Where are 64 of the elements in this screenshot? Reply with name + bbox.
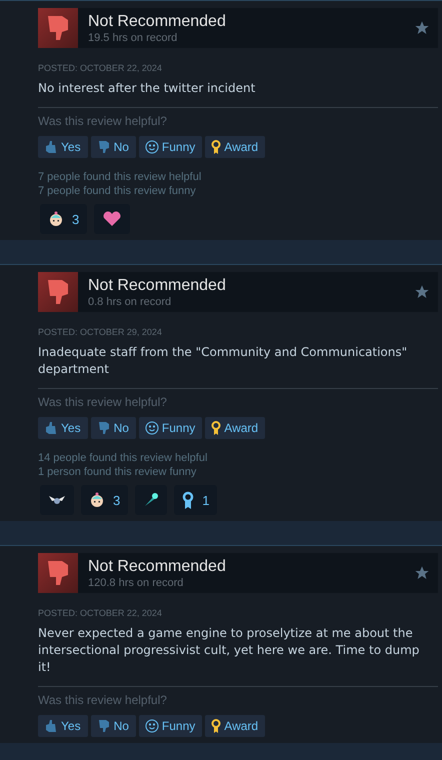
award-icon xyxy=(211,421,222,435)
award-vote-button[interactable]: Award xyxy=(205,136,266,158)
review-stat: 1 person found this review funny xyxy=(38,465,198,479)
yes-vote-button[interactable]: Yes xyxy=(38,715,88,737)
star-icon[interactable] xyxy=(414,284,430,300)
reaction-count: 3 xyxy=(113,492,120,508)
thumbs-down-icon xyxy=(38,272,78,312)
review-verdict: Not Recommended xyxy=(88,12,227,32)
review-text: Never expected a game engine to proselytize at me about the intersectional progressivist cult, yet here we are. Time to dump it! xyxy=(38,625,420,676)
heart-icon xyxy=(102,211,122,227)
review-stat: 7 people found this review helpful xyxy=(38,170,202,184)
reaction-award[interactable] xyxy=(40,485,74,515)
baby-face-icon xyxy=(89,492,105,508)
review-text: Inadequate staff from the "Community and Communications" department xyxy=(38,344,408,378)
review-stat: 7 people found this review funny xyxy=(38,184,197,198)
reaction-award[interactable] xyxy=(135,485,168,515)
reaction-award[interactable]: 1 xyxy=(174,485,218,515)
no-vote-button[interactable]: No xyxy=(90,715,136,737)
hours-on-record: 0.8 hrs on record xyxy=(88,296,172,308)
smiley-icon xyxy=(144,140,159,154)
thumbs-down-icon xyxy=(38,553,78,593)
reaction-award[interactable]: 3 xyxy=(81,485,128,515)
helpful-question: Was this review helpful? xyxy=(38,114,168,128)
award-icon xyxy=(211,719,222,733)
hours-on-record: 120.8 hrs on record xyxy=(88,576,184,590)
award-icon xyxy=(211,140,222,154)
funny-vote-button[interactable]: Funny xyxy=(138,715,202,737)
thumbs-down-icon xyxy=(96,719,111,733)
thumbs-down-icon xyxy=(96,140,111,154)
no-vote-button[interactable]: No xyxy=(90,136,136,158)
ribbon-icon xyxy=(182,491,194,509)
reaction-count: 1 xyxy=(202,492,210,508)
award-vote-button[interactable]: Award xyxy=(205,417,266,439)
smiley-icon xyxy=(144,421,159,435)
thumbs-down-icon xyxy=(96,421,111,435)
reaction-award[interactable]: 3 xyxy=(40,204,88,234)
thumbs-up-icon xyxy=(44,140,58,154)
yes-vote-button[interactable]: Yes xyxy=(38,417,88,439)
yes-vote-button[interactable]: Yes xyxy=(38,136,88,158)
posted-date: POSTED: OCTOBER 29, 2024 xyxy=(38,327,163,337)
smiley-icon xyxy=(144,719,159,733)
review-text: No interest after the twitter incident xyxy=(38,80,256,97)
review-verdict: Not Recommended xyxy=(88,556,227,576)
winged-emblem-icon xyxy=(48,494,66,506)
hours-on-record: 19.5 hrs on record xyxy=(88,32,178,44)
review-verdict: Not Recommended xyxy=(88,276,227,296)
award-vote-button[interactable]: Award xyxy=(205,715,266,737)
helpful-question: Was this review helpful? xyxy=(38,693,168,707)
reaction-count: 3 xyxy=(72,212,80,226)
comet-icon xyxy=(143,492,160,508)
review-stat: 14 people found this review helpful xyxy=(38,451,208,465)
star-icon[interactable] xyxy=(414,565,430,581)
funny-vote-button[interactable]: Funny xyxy=(138,417,202,439)
no-vote-button[interactable]: No xyxy=(90,417,136,439)
baby-face-icon xyxy=(48,211,64,227)
reaction-award[interactable] xyxy=(94,204,130,234)
star-icon[interactable] xyxy=(414,20,430,36)
posted-date: POSTED: OCTOBER 22, 2024 xyxy=(38,608,163,618)
posted-date: POSTED: OCTOBER 22, 2024 xyxy=(38,63,163,73)
thumbs-up-icon xyxy=(44,719,58,733)
funny-vote-button[interactable]: Funny xyxy=(138,136,202,158)
helpful-question: Was this review helpful? xyxy=(38,395,168,409)
thumbs-down-icon xyxy=(38,8,78,48)
thumbs-up-icon xyxy=(44,421,58,435)
